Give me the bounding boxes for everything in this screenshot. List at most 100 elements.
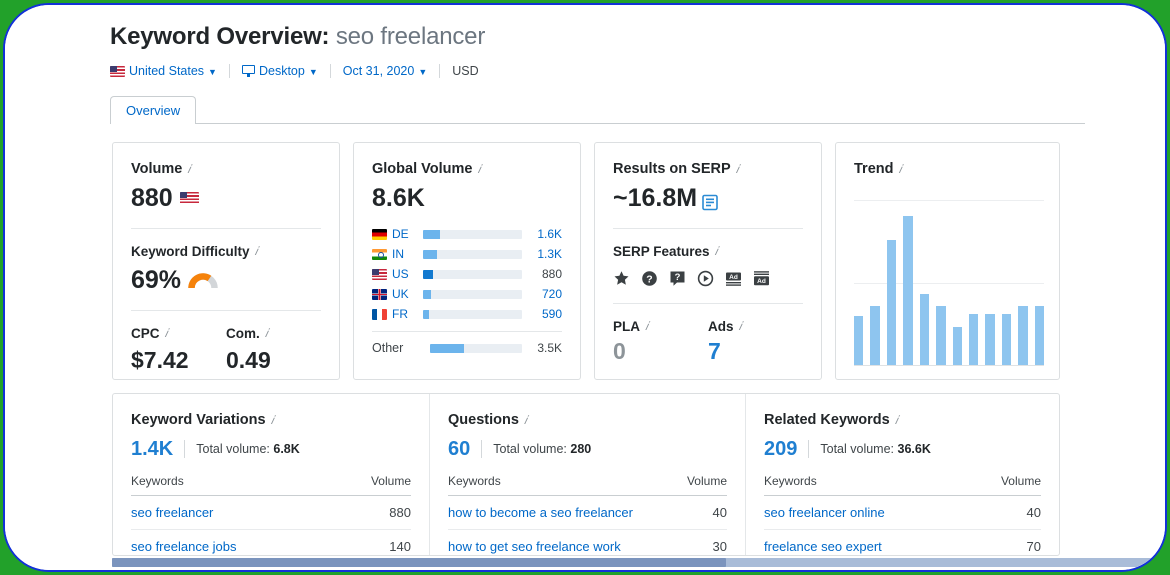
panel-total-volume: Total volume: 36.6K	[820, 442, 931, 456]
serp-snapshot-icon[interactable]	[702, 191, 718, 211]
table-row: freelance seo expert 70	[764, 530, 1041, 555]
country-volume-bar	[423, 269, 522, 279]
ads-top-icon[interactable]: Ad	[753, 270, 770, 287]
info-icon[interactable]: 𝑖	[187, 162, 190, 177]
keyword-link[interactable]: freelance seo expert	[764, 539, 983, 554]
chart-bar[interactable]	[1001, 314, 1012, 365]
table-row: seo freelance jobs 140	[131, 530, 411, 555]
keyword-link[interactable]: how to become a seo freelancer	[448, 505, 669, 520]
country-row: IN 1.3K	[372, 244, 562, 264]
ads-block: Ads 𝑖 7	[708, 319, 803, 363]
volume-card-title: Volume 𝑖	[131, 161, 321, 177]
trend-title-text: Trend	[854, 161, 894, 177]
ads-bottom-icon[interactable]: Ad	[725, 270, 742, 287]
chart-bar[interactable]	[870, 305, 880, 365]
device-selector[interactable]: Desktop ▼	[241, 64, 318, 78]
panel-title-text: Keyword Variations	[131, 412, 266, 428]
chart-bar[interactable]	[903, 215, 913, 365]
chart-bar[interactable]	[1034, 305, 1045, 365]
keyword-panel: Keyword Variations 𝑖 1.4K Total volume: 6.8…	[113, 394, 429, 555]
country-volume-value[interactable]: 1.6K	[522, 227, 562, 241]
video-play-icon[interactable]	[697, 270, 714, 287]
chart-bar[interactable]	[919, 294, 930, 365]
keyword-link[interactable]: how to get seo freelance work	[448, 539, 669, 554]
svg-text:Ad: Ad	[729, 274, 738, 281]
keyword-tables-panel: Keyword Variations 𝑖 1.4K Total volume: 6.8…	[112, 393, 1060, 556]
info-icon[interactable]: 𝑖	[255, 244, 258, 259]
com-label-text: Com.	[226, 326, 260, 341]
kd-title-text: Keyword Difficulty	[131, 244, 250, 259]
results-on-serp-row: ~16.8M	[613, 186, 803, 211]
keyword-difficulty-row: 69%	[131, 268, 321, 293]
country-code[interactable]: IN	[387, 247, 423, 261]
country-selector[interactable]: United States ▼	[110, 64, 217, 78]
country-volume-value[interactable]: 1.3K	[522, 247, 562, 261]
chart-bar[interactable]	[1018, 305, 1028, 365]
info-icon[interactable]: 𝑖	[898, 162, 901, 177]
info-icon[interactable]: 𝑖	[715, 244, 718, 259]
info-icon[interactable]: 𝑖	[739, 319, 742, 334]
global-title-text: Global Volume	[372, 161, 473, 177]
chart-bar[interactable]	[936, 305, 946, 365]
info-icon[interactable]: 𝑖	[265, 326, 268, 341]
chart-bar[interactable]	[886, 240, 897, 365]
column-header-keywords: Keywords	[764, 474, 817, 488]
country-volume-value[interactable]: 720	[522, 287, 562, 301]
panel-count[interactable]: 1.4K	[131, 439, 173, 459]
panel-count[interactable]: 60	[448, 439, 470, 459]
panel-summary: 209 Total volume: 36.6K	[764, 439, 1041, 459]
info-icon[interactable]: 𝑖	[271, 413, 274, 428]
panel-summary: 60 Total volume: 280	[448, 439, 727, 459]
divider	[372, 331, 562, 332]
ads-value[interactable]: 7	[708, 340, 803, 363]
chart-bar[interactable]	[968, 314, 979, 365]
panel-title-text: Related Keywords	[764, 412, 890, 428]
country-code[interactable]: UK	[387, 287, 423, 301]
country-code[interactable]: US	[387, 267, 423, 281]
keyword-link[interactable]: seo freelancer	[131, 505, 353, 520]
country-code[interactable]: FR	[387, 307, 423, 321]
trend-chart	[854, 200, 1045, 366]
filter-bar: United States ▼ Desktop ▼ Oct 31, 2020 ▼…	[110, 62, 1100, 80]
monitor-icon	[241, 65, 255, 77]
page-title-prefix: Keyword Overview:	[110, 23, 330, 50]
pla-block: PLA 𝑖 0	[613, 319, 708, 363]
info-icon[interactable]: 𝑖	[895, 413, 898, 428]
trend-card-title: Trend 𝑖	[854, 161, 1041, 177]
table-row: seo freelancer online 40	[764, 496, 1041, 530]
panel-title-text: Questions	[448, 412, 519, 428]
svg-text:Ad: Ad	[757, 278, 766, 285]
keyword-panel: Questions 𝑖 60 Total volume: 280 Keywords Vol…	[429, 394, 745, 555]
table-header: Keywords Volume	[448, 474, 727, 496]
info-icon[interactable]: 𝑖	[165, 326, 168, 341]
chart-bar[interactable]	[952, 327, 962, 365]
info-icon[interactable]: 𝑖	[524, 413, 527, 428]
horizontal-scrollbar[interactable]	[112, 558, 1161, 567]
country-volume-value[interactable]: 590	[522, 307, 562, 321]
column-header-keywords: Keywords	[131, 474, 184, 488]
scrollbar-thumb[interactable]	[112, 558, 726, 567]
faq-circle-icon[interactable]: ?	[641, 270, 658, 287]
pla-value: 0	[613, 338, 626, 364]
pla-label-text: PLA	[613, 319, 640, 334]
country-row: DE 1.6K	[372, 224, 562, 244]
keyword-link[interactable]: seo freelancer online	[764, 505, 983, 520]
competition-block: Com. 𝑖 0.49	[226, 326, 321, 372]
competition-value: 0.49	[226, 347, 271, 373]
country-code[interactable]: DE	[387, 227, 423, 241]
info-icon[interactable]: 𝑖	[477, 162, 480, 177]
device-label: Desktop	[258, 64, 305, 78]
chart-baseline	[854, 365, 1044, 366]
reviews-star-icon[interactable]	[613, 270, 630, 287]
page-viewport: Keyword Overview: seo freelancer United …	[5, 5, 1165, 570]
keyword-link[interactable]: seo freelance jobs	[131, 539, 353, 554]
info-icon[interactable]: 𝑖	[736, 162, 739, 177]
chart-bar[interactable]	[854, 315, 864, 365]
chart-bar[interactable]	[985, 314, 995, 365]
date-selector[interactable]: Oct 31, 2020 ▼	[343, 64, 428, 78]
tab-overview[interactable]: Overview	[110, 96, 197, 124]
info-icon[interactable]: 𝑖	[645, 319, 648, 334]
svg-text:?: ?	[646, 273, 652, 285]
panel-count[interactable]: 209	[764, 439, 797, 459]
people-also-ask-icon[interactable]: ?	[669, 270, 686, 287]
